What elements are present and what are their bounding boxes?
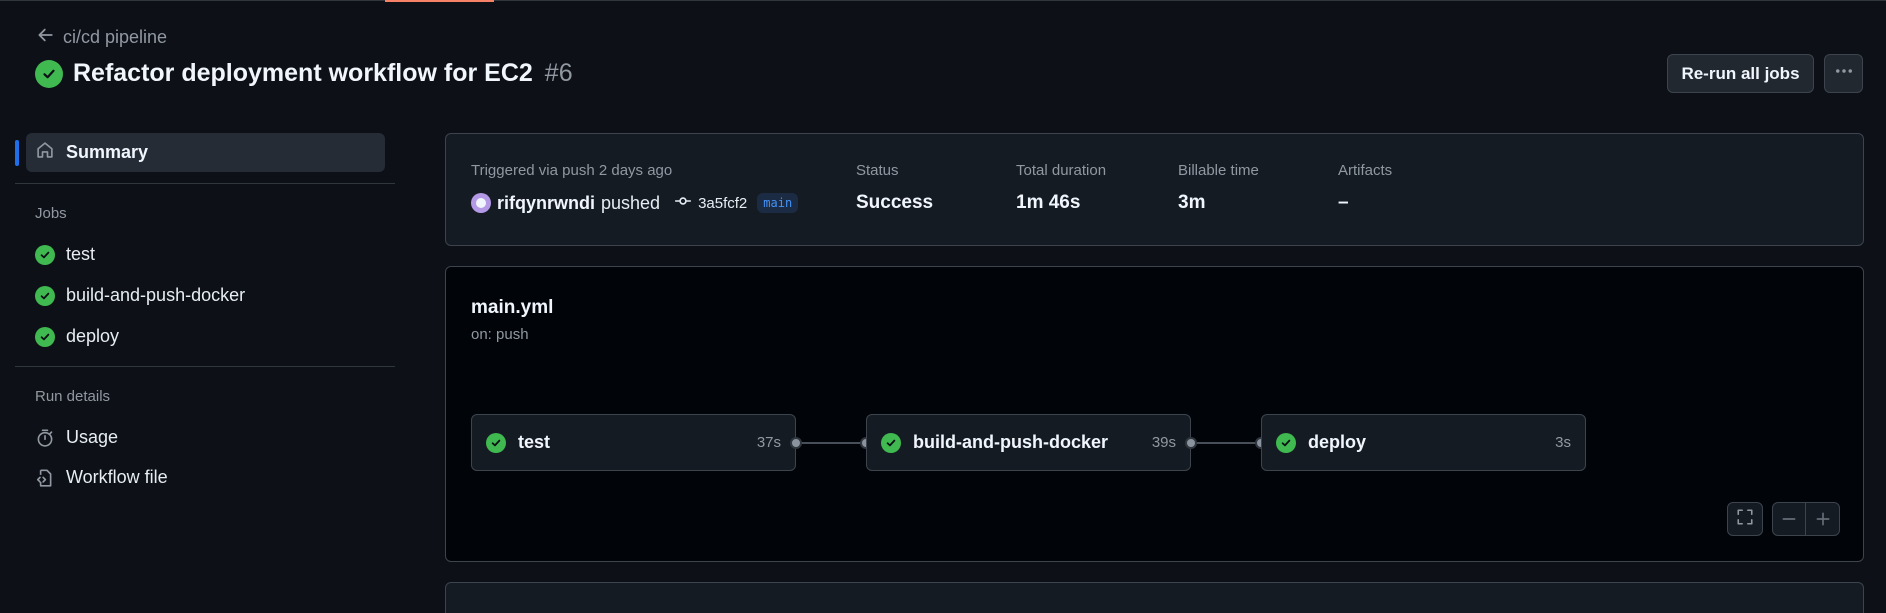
sidebar-item-workflow-file[interactable]: Workflow file: [35, 467, 168, 488]
job-duration: 3s: [1555, 434, 1571, 451]
trigger-details: rifqynrwndi pushed 3a5fcf2 main: [471, 192, 799, 214]
sidebar-item-job-build-and-push-docker[interactable]: build-and-push-docker: [35, 285, 245, 306]
job-name: test: [518, 432, 551, 452]
check-circle-icon: [35, 326, 55, 347]
sidebar-divider: [15, 183, 395, 184]
duration-label: Total duration: [1016, 162, 1107, 179]
annotations-card: [445, 582, 1864, 613]
kebab-horizontal-icon: [1834, 61, 1854, 86]
sidebar-item-label: Summary: [66, 142, 149, 162]
sidebar-item-label: deploy: [66, 326, 120, 346]
sidebar-item-job-test[interactable]: test: [35, 244, 95, 265]
status-value: Success: [856, 192, 934, 213]
run-summary-card: Triggered via push 2 days ago rifqynrwnd…: [445, 133, 1864, 246]
artifacts-field: Artifacts –: [1338, 162, 1392, 214]
trigger-label: Triggered via push 2 days ago: [471, 162, 673, 179]
job-node-deploy[interactable]: deploy 3s: [1261, 414, 1586, 471]
run-details-heading: Run details: [35, 388, 111, 405]
stopwatch-icon: [35, 428, 55, 448]
avatar[interactable]: [471, 193, 491, 213]
job-duration: 39s: [1151, 434, 1176, 451]
duration-field: Total duration 1m 46s: [1016, 162, 1106, 214]
trigger-field: Triggered via push 2 days ago rifqynrwnd…: [471, 162, 799, 214]
commit-sha: 3a5fcf2: [698, 194, 748, 212]
job-node-test[interactable]: test 37s: [471, 414, 796, 471]
arrow-left-icon: [36, 26, 54, 49]
progress-accent: [385, 0, 494, 2]
workflow-trigger: on: push: [471, 326, 529, 343]
back-link[interactable]: ci/cd pipeline: [36, 26, 167, 49]
zoom-out-button[interactable]: [1773, 503, 1806, 535]
sidebar-item-summary[interactable]: Summary: [15, 133, 385, 172]
connector-dot: [1185, 437, 1197, 449]
sidebar-divider: [15, 366, 395, 367]
home-icon: [35, 140, 55, 165]
duration-value: 1m 46s: [1016, 192, 1081, 213]
commit-link[interactable]: 3a5fcf2: [674, 192, 747, 214]
check-circle-icon: [35, 59, 63, 88]
zoom-in-button[interactable]: [1806, 503, 1839, 535]
page-title-row: Refactor deployment workflow for EC2 #6: [35, 59, 573, 88]
check-circle-icon: [881, 432, 901, 453]
sidebar-item-label: build-and-push-docker: [66, 285, 246, 305]
fullscreen-button[interactable]: [1727, 502, 1763, 536]
back-link-label: ci/cd pipeline: [63, 27, 168, 47]
job-duration: 37s: [756, 434, 781, 451]
file-code-icon: [35, 468, 55, 488]
active-indicator: [15, 140, 19, 166]
check-circle-icon: [35, 244, 55, 265]
workflow-graph-card: main.yml on: push test 37s build-and-pus…: [445, 266, 1864, 562]
job-connector: [1191, 442, 1261, 444]
git-commit-icon: [674, 192, 692, 214]
page-title: Refactor deployment workflow for EC2: [73, 59, 533, 87]
branch-badge[interactable]: main: [757, 193, 799, 213]
job-node-build-and-push-docker[interactable]: build-and-push-docker 39s: [866, 414, 1191, 471]
minus-icon: [1782, 518, 1796, 520]
top-border: [0, 0, 1886, 2]
zoom-controls: [1772, 502, 1840, 536]
job-name: build-and-push-docker: [913, 432, 1108, 452]
status-label: Status: [856, 162, 899, 179]
job-name: deploy: [1308, 432, 1367, 452]
check-circle-icon: [1276, 432, 1296, 453]
more-options-button[interactable]: [1824, 54, 1863, 93]
jobs-heading: Jobs: [35, 205, 67, 222]
sidebar-item-label: test: [66, 244, 96, 264]
status-field: Status Success: [856, 162, 933, 214]
plus-icon: [1816, 512, 1829, 526]
billable-field: Billable time 3m: [1178, 162, 1259, 214]
sidebar-item-label: Workflow file: [66, 467, 168, 487]
sidebar-item-usage[interactable]: Usage: [35, 427, 118, 448]
billable-value: 3m: [1178, 192, 1206, 213]
sidebar-item-label: Usage: [66, 427, 119, 447]
job-connector: [796, 442, 866, 444]
rerun-all-jobs-button[interactable]: Re-run all jobs: [1667, 54, 1814, 93]
artifacts-label: Artifacts: [1338, 162, 1393, 179]
workflow-file-name: main.yml: [471, 297, 554, 318]
connector-dot: [790, 437, 802, 449]
username-link[interactable]: rifqynrwndi: [497, 193, 595, 214]
run-number: #6: [544, 59, 573, 87]
artifacts-value: –: [1338, 192, 1349, 213]
screen-full-icon: [1736, 508, 1754, 531]
sidebar-item-job-deploy[interactable]: deploy: [35, 326, 119, 347]
action-text: pushed: [601, 192, 661, 213]
check-circle-icon: [486, 432, 506, 453]
check-circle-icon: [35, 285, 55, 306]
billable-label: Billable time: [1178, 162, 1259, 179]
